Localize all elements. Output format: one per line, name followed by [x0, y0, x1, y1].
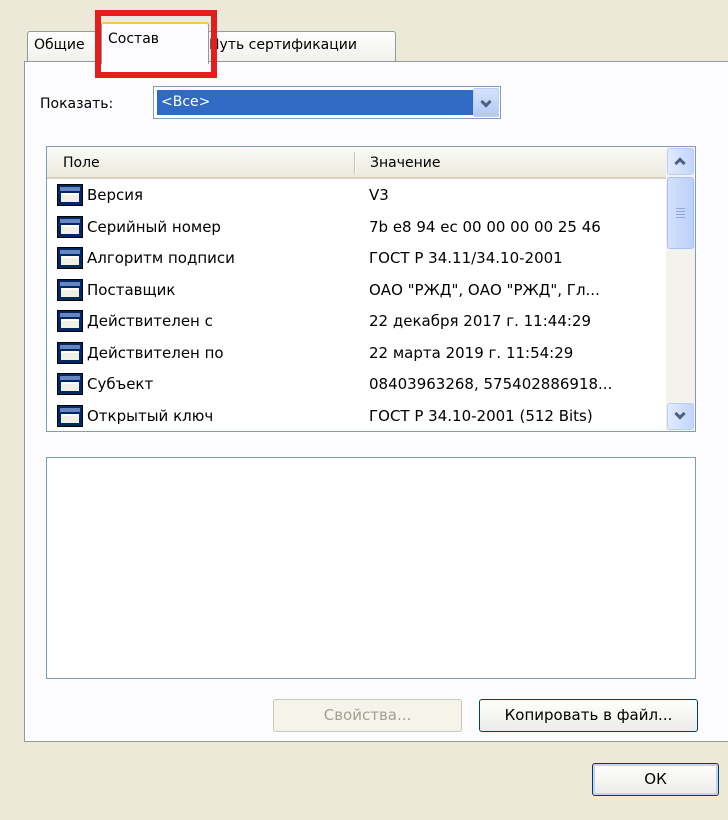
fields-list[interactable]: Поле Значение Версия V3 Серийный номер 7…: [46, 146, 696, 432]
show-label: Показать:: [40, 96, 114, 112]
chevron-up-icon: [674, 157, 686, 169]
grip-line: [676, 211, 685, 212]
row-field: Субъект: [87, 375, 154, 393]
list-item[interactable]: Открытый ключ ГОСТ Р 34.10-2001 (512 Bit…: [47, 401, 667, 432]
column-header-value[interactable]: Значение: [370, 147, 440, 177]
certificate-field-icon: [57, 184, 83, 206]
list-item[interactable]: Версия V3: [47, 180, 667, 212]
list-item[interactable]: Действителен с 22 декабря 2017 г. 11:44:…: [47, 306, 667, 338]
certificate-field-icon: [57, 215, 83, 238]
column-header: Поле Значение: [47, 147, 667, 179]
vertical-scrollbar[interactable]: [666, 147, 695, 431]
row-value: V3: [369, 186, 389, 204]
list-item[interactable]: Серийный номер 7b e8 94 ec 00 00 00 00 2…: [47, 212, 667, 244]
row-value: ГОСТ Р 34.10-2001 (512 Bits): [369, 406, 593, 425]
certificate-field-icon: [57, 373, 83, 395]
ok-button[interactable]: ОК: [592, 763, 719, 796]
grip-line: [676, 208, 685, 209]
list-item[interactable]: Поставщик ОАО "РЖД", ОАО "РЖД", Гл...: [47, 275, 667, 307]
tab-general[interactable]: Общие: [27, 31, 103, 62]
tab-path-label: Путь сертификации: [209, 37, 357, 53]
row-value: 7b e8 94 ec 00 00 00 00 25 46: [369, 217, 601, 236]
list-rows: Версия V3 Серийный номер 7b e8 94 ec 00 …: [47, 180, 667, 432]
certificate-field-icon: [57, 247, 83, 269]
row-field: Действителен с: [87, 312, 213, 330]
row-field: Поставщик: [87, 280, 176, 299]
certificate-field-icon: [57, 278, 83, 301]
row-field: Открытый ключ: [87, 406, 214, 425]
row-field: Действителен по: [87, 343, 224, 362]
chevron-down-icon: [674, 408, 686, 420]
certificate-field-icon: [57, 310, 83, 332]
field-details-box[interactable]: [46, 457, 696, 679]
scroll-up-button[interactable]: [667, 148, 694, 175]
row-field: Серийный номер: [87, 217, 221, 236]
row-value: 08403963268, 575402886918...: [369, 375, 613, 393]
dropdown-button[interactable]: [473, 88, 499, 117]
copy-to-file-button[interactable]: Копировать в файл...: [479, 699, 698, 732]
properties-button[interactable]: Свойства...: [273, 699, 462, 732]
column-header-field[interactable]: Поле: [63, 147, 100, 177]
certificate-field-icon: [57, 404, 83, 427]
row-value: ГОСТ Р 34.11/34.10-2001: [369, 249, 563, 267]
show-dropdown-value: <Все>: [157, 90, 473, 115]
row-value: 22 декабря 2017 г. 11:44:29: [369, 312, 591, 330]
row-value: ОАО "РЖД", ОАО "РЖД", Гл...: [369, 280, 600, 299]
row-field: Алгоритм подписи: [87, 249, 235, 267]
grip-line: [676, 214, 685, 215]
list-item[interactable]: Действителен по 22 марта 2019 г. 11:54:2…: [47, 338, 667, 370]
red-highlight-box: [95, 10, 217, 78]
tab-general-label: Общие: [34, 37, 85, 53]
chevron-down-icon: [480, 96, 492, 108]
scroll-down-button[interactable]: [667, 403, 694, 430]
show-dropdown[interactable]: <Все>: [153, 86, 501, 119]
certificate-field-icon: [57, 341, 83, 364]
list-item[interactable]: Субъект 08403963268, 575402886918...: [47, 369, 667, 401]
list-item[interactable]: Алгоритм подписи ГОСТ Р 34.11/34.10-2001: [47, 243, 667, 275]
column-separator[interactable]: [354, 152, 356, 174]
tab-certification-path[interactable]: Путь сертификации: [202, 31, 396, 62]
row-value: 22 марта 2019 г. 11:54:29: [369, 343, 574, 362]
scroll-thumb[interactable]: [667, 177, 694, 249]
grip-line: [676, 217, 685, 218]
row-field: Версия: [87, 186, 144, 204]
